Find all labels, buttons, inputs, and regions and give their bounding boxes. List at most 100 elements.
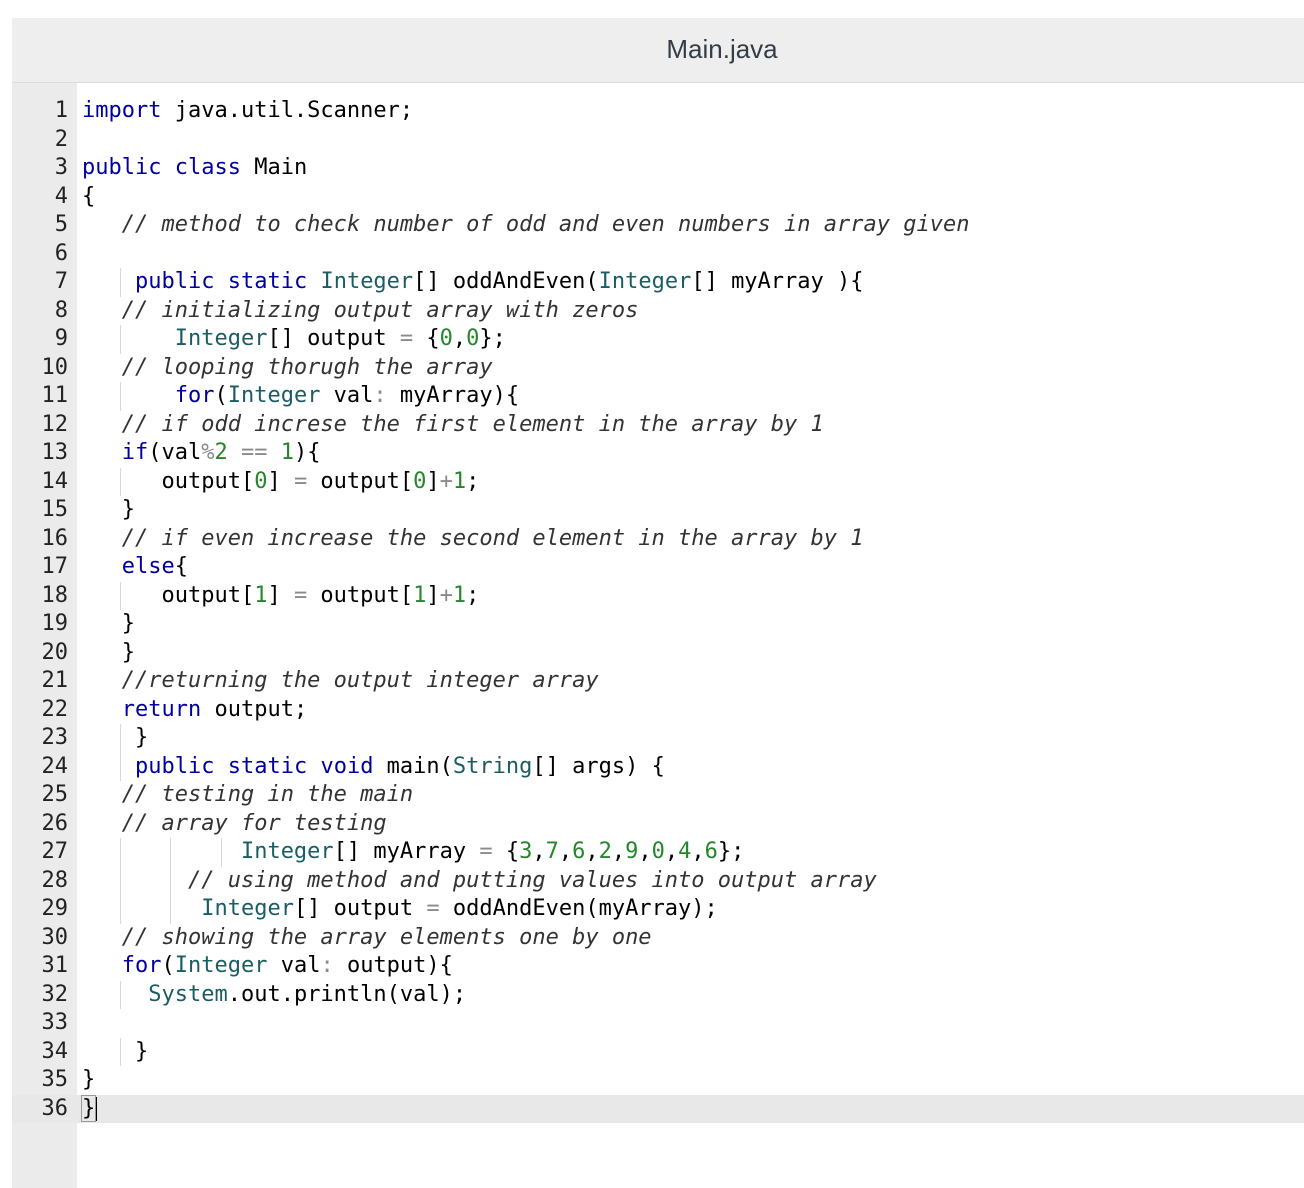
- line-number: 23: [41, 725, 69, 750]
- line-number: 11: [41, 383, 69, 408]
- line-number: 25: [41, 782, 69, 807]
- line-number: 14: [41, 468, 69, 494]
- code-line[interactable]: 25 // testing in the main: [12, 781, 1304, 810]
- line-number: 19: [41, 611, 69, 636]
- code-line[interactable]: 27 Integer[] myArray = {3,7,6,2,9,0,4,6}…: [12, 838, 1304, 867]
- code-text: }: [82, 497, 135, 522]
- code-line[interactable]: 22 return output;: [12, 696, 1304, 725]
- code-line[interactable]: 21 //returning the output integer array: [12, 667, 1304, 696]
- code-line[interactable]: 19 }: [12, 610, 1304, 639]
- code-text: System.out.println(val);: [148, 981, 467, 1007]
- line-number: 33: [41, 1010, 69, 1035]
- line-number: 17: [41, 554, 69, 579]
- code-line[interactable]: 32 System.out.println(val);: [12, 980, 1304, 1009]
- code-line[interactable]: 14 output[0] = output[0]+1;: [12, 467, 1304, 496]
- line-number: 30: [41, 924, 69, 950]
- code-text: public class Main: [82, 155, 308, 180]
- code-text: // if even increase the second element i…: [121, 525, 864, 551]
- code-line[interactable]: 10 // looping thorugh the array: [12, 354, 1304, 383]
- code-line[interactable]: 31 for(Integer val: output){: [12, 952, 1304, 981]
- code-text: Integer[] output = oddAndEven(myArray);: [201, 896, 718, 921]
- code-text: else{: [121, 554, 188, 579]
- line-number: 10: [41, 354, 69, 380]
- line-number: 1: [54, 98, 68, 123]
- code-line[interactable]: 6: [12, 240, 1304, 269]
- code-line[interactable]: 18 output[1] = output[1]+1;: [12, 581, 1304, 610]
- code-line[interactable]: 17 else{: [12, 553, 1304, 582]
- code-line[interactable]: 29 Integer[] output = oddAndEven(myArray…: [12, 895, 1304, 924]
- code-text: Integer[] myArray = {3,7,6,2,9,0,4,6};: [240, 839, 745, 864]
- line-number: 22: [41, 696, 69, 722]
- code-line[interactable]: 9 Integer[] output = {0,0};: [12, 325, 1304, 354]
- file-title: Main.java: [666, 34, 778, 64]
- line-number: 34: [41, 1038, 69, 1064]
- line-number: 2: [54, 126, 68, 152]
- code-line[interactable]: 15 }: [12, 496, 1304, 525]
- code-text: return output;: [121, 696, 308, 722]
- text-cursor: [96, 1096, 98, 1121]
- code-text: Integer[] output = {0,0};: [174, 326, 506, 351]
- code-line[interactable]: 12 // if odd increse the first element i…: [12, 411, 1304, 440]
- code-line[interactable]: 16 // if even increase the second elemen…: [12, 525, 1304, 554]
- code-text: }: [82, 639, 135, 665]
- code-line[interactable]: 4{: [12, 183, 1304, 212]
- code-line[interactable]: 8 // initializing output array with zero…: [12, 297, 1304, 326]
- code-text: //returning the output integer array: [121, 668, 599, 693]
- code-text: // if odd increse the first element in t…: [121, 411, 824, 437]
- code-line[interactable]: 28 // using method and putting values in…: [12, 866, 1304, 895]
- code-line[interactable]: 2: [12, 126, 1304, 155]
- line-number: 36: [41, 1095, 69, 1121]
- code-line[interactable]: 5 // method to check number of odd and e…: [12, 211, 1304, 240]
- code-line[interactable]: 7 public static Integer[] oddAndEven(Int…: [12, 268, 1304, 297]
- code-line[interactable]: 13 if(val%2 == 1){: [12, 439, 1304, 468]
- code-text: output[0] = output[0]+1;: [82, 468, 480, 494]
- code-line[interactable]: 24 public static void main(String[] args…: [12, 752, 1304, 781]
- code-line[interactable]: 1 import java.util.Scanner;: [12, 97, 1304, 126]
- code-area[interactable]: 1 import java.util.Scanner; 2 3 public class…: [12, 97, 1304, 1123]
- code-text: public static void main(String[] args) {: [134, 753, 665, 779]
- line-number: 18: [41, 582, 69, 608]
- line-number: 12: [41, 411, 69, 437]
- line-number: 28: [41, 867, 69, 893]
- code-line[interactable]: 23 }: [12, 724, 1304, 753]
- code-text: public static Integer[] oddAndEven(Integ…: [134, 269, 864, 294]
- code-text: for(Integer val: output){: [121, 953, 453, 978]
- line-number: 9: [54, 326, 68, 351]
- code-text: }: [82, 1067, 96, 1092]
- code-text: // method to check number of odd and eve…: [121, 212, 970, 237]
- line-number: 31: [41, 953, 69, 978]
- code-line[interactable]: 26 // array for testing: [12, 810, 1304, 839]
- line-number: 13: [41, 440, 69, 465]
- code-text: // initializing output array with zeros: [121, 297, 639, 323]
- code-line[interactable]: 30 // showing the array elements one by …: [12, 924, 1304, 953]
- code-line[interactable]: 3 public class Main: [12, 154, 1304, 183]
- code-line[interactable]: 34 }: [12, 1037, 1304, 1066]
- code-text: import java.util.Scanner;: [82, 98, 414, 123]
- line-number: 6: [54, 240, 68, 266]
- code-line[interactable]: 33: [12, 1009, 1304, 1038]
- code-text: // testing in the main: [121, 782, 414, 807]
- line-number: 8: [54, 297, 68, 323]
- line-number: 15: [41, 497, 69, 522]
- code-text: // using method and putting values into …: [187, 867, 877, 893]
- line-number: 7: [54, 269, 68, 294]
- code-line[interactable]: 20 }: [12, 639, 1304, 668]
- line-number: 24: [41, 753, 69, 779]
- code-text: }: [82, 1038, 149, 1064]
- line-number: 5: [54, 212, 68, 237]
- line-number: 4: [54, 183, 68, 209]
- code-line[interactable]: 11 for(Integer val: myArray){: [12, 382, 1304, 411]
- code-editor[interactable]: Main.java 1 import java.util.Scanner; 2 3 pu…: [12, 18, 1304, 1188]
- line-number: 21: [41, 668, 69, 693]
- line-number: 29: [41, 896, 69, 921]
- code-text: // looping thorugh the array: [121, 354, 493, 380]
- code-text: }: [82, 725, 149, 750]
- line-number: 26: [41, 810, 69, 836]
- code-text: if(val%2 == 1){: [121, 440, 321, 465]
- code-text: // showing the array elements one by one: [121, 924, 652, 950]
- code-line[interactable]: 36}: [12, 1094, 1304, 1123]
- code-line[interactable]: 35}: [12, 1066, 1304, 1095]
- line-number: 35: [41, 1067, 69, 1092]
- code-text: }: [82, 611, 135, 636]
- line-number: 16: [41, 525, 69, 551]
